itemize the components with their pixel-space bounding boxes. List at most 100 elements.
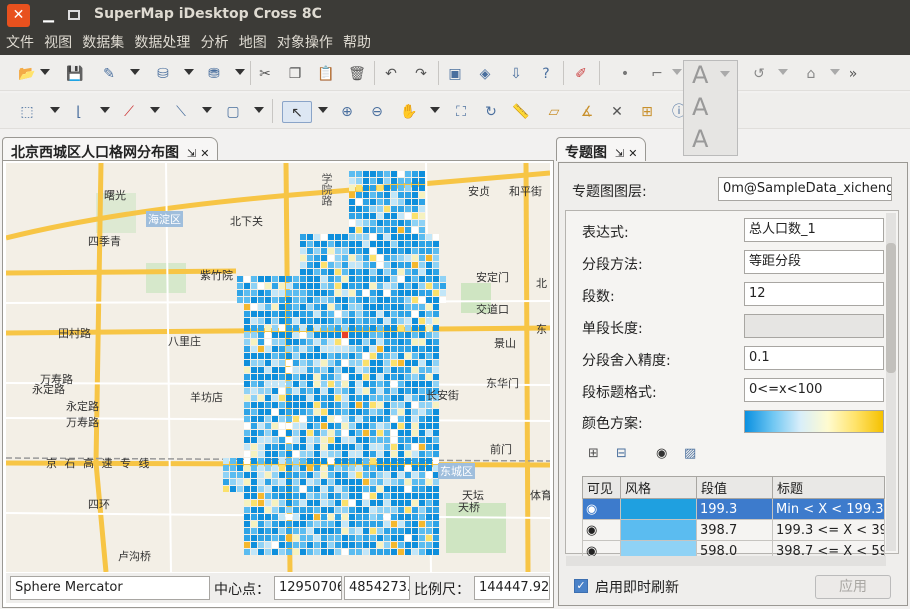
- style-swatch[interactable]: [620, 498, 697, 520]
- full-extent-icon[interactable]: ⛶: [450, 101, 472, 123]
- paste-icon[interactable]: 📋: [315, 63, 337, 85]
- cut-icon[interactable]: ✂: [254, 63, 276, 85]
- projection-field[interactable]: Sphere Mercator: [10, 576, 210, 600]
- layer-field[interactable]: 0m@SampleData_xicheng: [718, 177, 892, 201]
- close-tab-icon[interactable]: ✕: [628, 147, 637, 160]
- measure-area-icon[interactable]: ▱: [543, 101, 565, 123]
- style-swatch[interactable]: [620, 519, 697, 541]
- range-method-select[interactable]: 等距分段: [744, 250, 884, 274]
- save-icon[interactable]: 💾: [64, 63, 86, 85]
- range-title[interactable]: 199.3 <= X < 398.7: [772, 519, 885, 541]
- dataset-dropdown-icon[interactable]: [235, 69, 245, 75]
- text-icon[interactable]: A: [692, 61, 708, 89]
- point-icon[interactable]: •: [614, 63, 636, 85]
- menu-object-ops[interactable]: 对象操作: [277, 31, 333, 55]
- center-x-field[interactable]: 12950706: [274, 576, 342, 600]
- copy-icon[interactable]: ❐: [284, 63, 306, 85]
- text-dropdown-icon[interactable]: [720, 71, 730, 77]
- arc-icon[interactable]: ↺: [748, 63, 770, 85]
- vertical-scrollbar[interactable]: [886, 213, 896, 551]
- center-y-field[interactable]: 4854273.: [344, 576, 410, 600]
- menu-analysis[interactable]: 分析: [201, 31, 229, 55]
- range-title[interactable]: Min < X < 199.3: [772, 498, 885, 520]
- caption-format-field[interactable]: 0<=x<100: [744, 378, 884, 402]
- visible-eye-icon[interactable]: ◉: [582, 498, 621, 520]
- realtime-refresh-checkbox[interactable]: ✓: [574, 579, 588, 593]
- rectangle-tool-icon[interactable]: ▢: [222, 101, 244, 123]
- scale-field[interactable]: 144447.927: [474, 576, 550, 600]
- map-tab[interactable]: 北京西城区人口格网分布图 ⇲ ✕: [2, 137, 219, 161]
- edit-line-icon[interactable]: ⟍: [170, 101, 192, 123]
- add-node-icon[interactable]: ⟋: [118, 101, 140, 123]
- line-select-dropdown-icon[interactable]: [100, 107, 110, 113]
- precision-field[interactable]: 0.1: [744, 346, 884, 370]
- menu-map[interactable]: 地图: [239, 31, 267, 55]
- delete-icon[interactable]: 🗑: [346, 63, 368, 85]
- refresh-icon[interactable]: ↻: [480, 101, 502, 123]
- open-dropdown-icon[interactable]: [40, 69, 50, 75]
- polygon-icon[interactable]: ⌂: [800, 63, 822, 85]
- table-row[interactable]: ◉ 199.3 Min < X < 199.3: [582, 498, 885, 520]
- open-folder-icon[interactable]: 📂: [16, 63, 38, 85]
- zoom-out-icon[interactable]: ⊖: [366, 101, 388, 123]
- add-range-icon[interactable]: ⊞: [588, 446, 599, 461]
- menu-data-processing[interactable]: 数据处理: [134, 31, 190, 55]
- save-as-icon[interactable]: ✎: [98, 63, 120, 85]
- polyline-dropdown-icon[interactable]: [672, 69, 682, 75]
- col-value-header[interactable]: 段值: [696, 476, 773, 499]
- help-icon[interactable]: ?: [535, 63, 557, 85]
- close-tab-icon[interactable]: ✕: [200, 147, 209, 160]
- close-window-button[interactable]: ✕: [7, 4, 30, 27]
- datasource-icon[interactable]: ⛁: [152, 63, 174, 85]
- pin-icon[interactable]: ⇲: [615, 147, 624, 160]
- pointer-dropdown-icon[interactable]: [318, 107, 328, 113]
- menu-file[interactable]: 文件: [6, 31, 34, 55]
- pan-dropdown-icon[interactable]: [430, 107, 440, 113]
- redo-icon[interactable]: ↷: [410, 63, 432, 85]
- datasource-dropdown-icon[interactable]: [184, 69, 194, 75]
- save-dropdown-icon[interactable]: [130, 69, 140, 75]
- import-icon[interactable]: ⇩: [505, 63, 527, 85]
- draw-tool-icon[interactable]: ✐: [570, 63, 592, 85]
- arc-dropdown-icon[interactable]: [778, 69, 788, 75]
- select-extent-icon[interactable]: ⬚: [16, 101, 38, 123]
- pin-icon[interactable]: ⇲: [187, 147, 196, 160]
- table-row[interactable]: ◉ 398.7 199.3 <= X < 398.7: [582, 519, 885, 541]
- scrollbar-thumb[interactable]: [886, 243, 896, 373]
- pan-hand-icon[interactable]: ✋: [398, 101, 420, 123]
- menu-dataset[interactable]: 数据集: [82, 31, 124, 55]
- apply-button[interactable]: 应用: [815, 575, 891, 599]
- undo-icon[interactable]: ↶: [380, 63, 402, 85]
- expression-field[interactable]: 总人口数_1: [744, 218, 884, 242]
- col-visible-header[interactable]: 可见: [582, 476, 621, 499]
- map-canvas[interactable]: 曙光 海淀区 四季青 北下关 紫竹院 田村路 八里庄 万寿路 永定路 永定路 万…: [6, 163, 550, 572]
- new-dataset-icon[interactable]: ⛃: [203, 63, 225, 85]
- menu-view[interactable]: 视图: [44, 31, 72, 55]
- layout-icon[interactable]: ▣: [444, 63, 466, 85]
- polygon-dropdown-icon[interactable]: [830, 69, 840, 75]
- horizontal-scrollbar[interactable]: [566, 556, 886, 566]
- rectangle-dropdown-icon[interactable]: [254, 107, 264, 113]
- overflow-chevron-icon[interactable]: »: [842, 63, 864, 85]
- range-value[interactable]: 199.3: [696, 498, 773, 520]
- add-node-dropdown-icon[interactable]: [150, 107, 160, 113]
- text-icon-3[interactable]: A: [692, 125, 708, 153]
- visibility-eye-icon[interactable]: ◉: [656, 446, 667, 461]
- col-style-header[interactable]: 风格: [620, 476, 697, 499]
- style-hatch-icon[interactable]: ▨: [684, 446, 696, 461]
- range-table[interactable]: 可见 风格 段值 标题 ◉ 199.3 Min < X < 199.3 ◉ 39…: [582, 476, 885, 562]
- color-scheme-select[interactable]: [744, 410, 884, 433]
- menu-help[interactable]: 帮助: [343, 31, 371, 55]
- minimize-window-button[interactable]: ▁: [37, 4, 60, 27]
- clear-measure-icon[interactable]: ✕: [606, 101, 628, 123]
- measure-distance-icon[interactable]: 📏: [510, 101, 532, 123]
- polyline-icon[interactable]: ⌐: [646, 63, 668, 85]
- zoom-in-icon[interactable]: ⊕: [336, 101, 358, 123]
- pointer-select-icon[interactable]: ↖: [282, 101, 312, 123]
- measure-angle-icon[interactable]: ∡: [576, 101, 598, 123]
- line-select-icon[interactable]: ⌊: [68, 101, 90, 123]
- split-range-icon[interactable]: ⊟: [616, 446, 627, 461]
- text-icon-2[interactable]: A: [692, 93, 708, 121]
- select-extent-dropdown-icon[interactable]: [50, 107, 60, 113]
- range-count-field[interactable]: 12: [744, 282, 884, 306]
